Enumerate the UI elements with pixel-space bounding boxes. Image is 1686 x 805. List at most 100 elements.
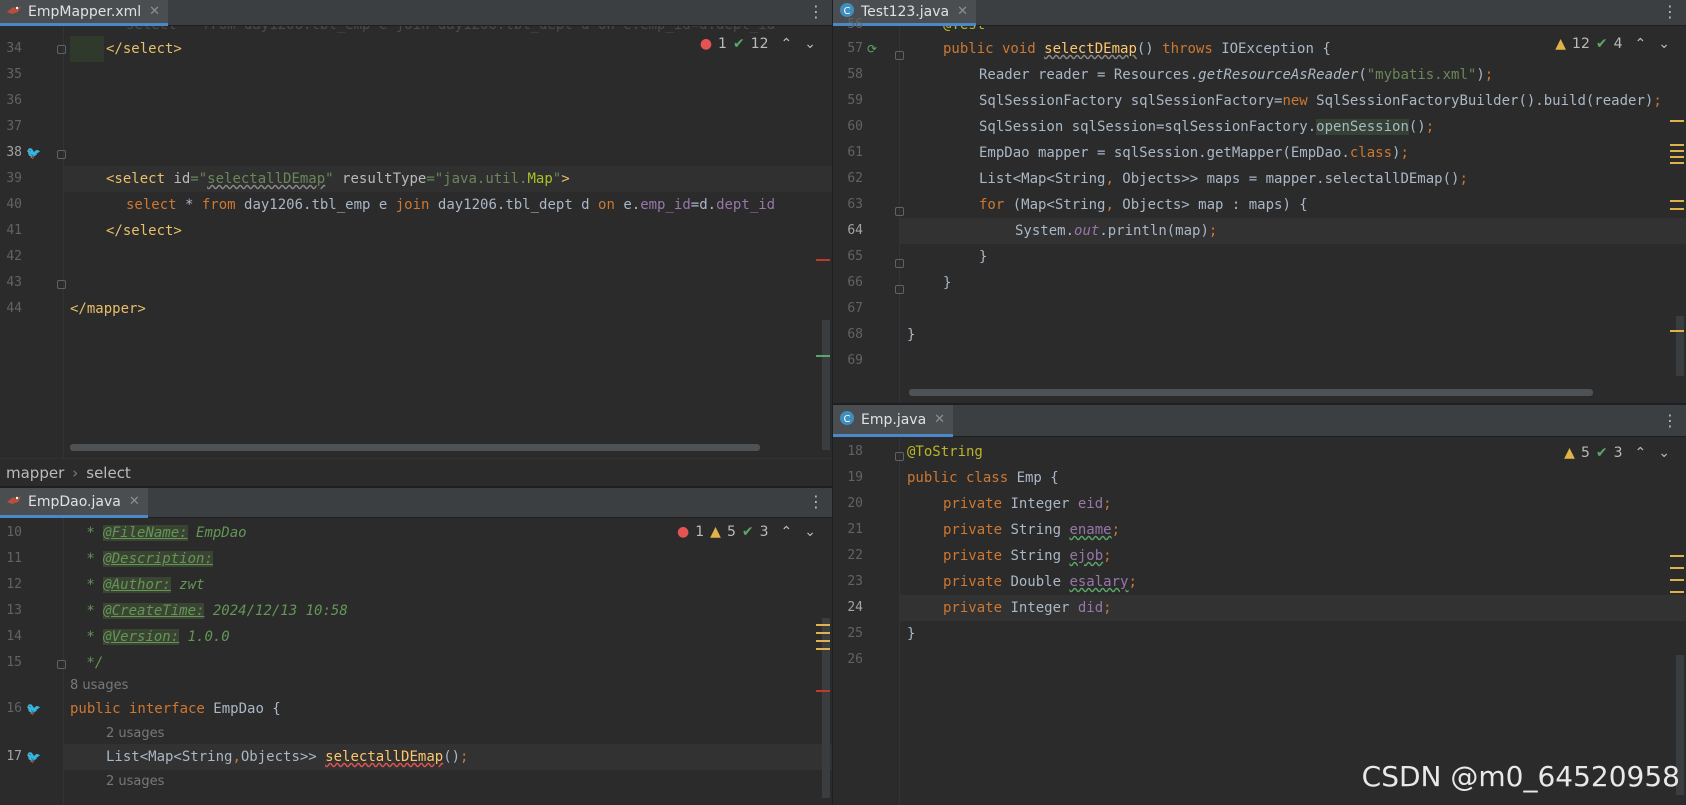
fold-icon[interactable] <box>57 45 66 54</box>
tab-empdao[interactable]: EmpDao.java ✕ <box>0 488 148 518</box>
warning-stripe-mark[interactable] <box>1670 150 1684 152</box>
breadcrumb-item[interactable]: select <box>86 464 131 482</box>
close-icon[interactable]: ✕ <box>934 412 945 427</box>
editor-empmapper[interactable]: EmpMapper.xml ✕ ⋮ select * from day1206.… <box>0 0 832 458</box>
mybatis-navigate-icon[interactable]: 🐦 <box>26 702 42 716</box>
fold-icon[interactable] <box>895 259 904 268</box>
inspection-widget[interactable]: ● 1 ▲ 5 ✔ 3 ⌃ ⌄ <box>673 524 820 540</box>
warning-stripe-mark[interactable] <box>1670 208 1684 210</box>
ok-stripe-mark[interactable] <box>816 355 830 357</box>
chevron-down-icon[interactable]: ⌄ <box>804 524 816 540</box>
warning-stripe-mark[interactable] <box>816 632 830 634</box>
fold-icon[interactable] <box>895 452 904 461</box>
line-number: 11 <box>6 551 22 566</box>
fold-icon[interactable] <box>57 280 66 289</box>
line-number: 43 <box>6 275 22 290</box>
usages-hint[interactable]: 2 usages <box>64 770 832 792</box>
fold-icon[interactable] <box>895 207 904 216</box>
code-line-58: Reader reader = Resources.getResourceAsR… <box>979 67 1494 83</box>
more-options-icon[interactable]: ⋮ <box>1662 411 1678 431</box>
tab-empmapper[interactable]: EmpMapper.xml ✕ <box>0 0 169 26</box>
line-number: 16 <box>6 701 22 716</box>
usages-hint[interactable]: 8 usages <box>64 674 832 696</box>
inspection-widget[interactable]: ● 1 ✔ 12 ⌃ ⌄ <box>695 36 820 52</box>
line-number: 17 <box>6 749 22 764</box>
tab-emp[interactable]: C Emp.java ✕ <box>833 405 954 437</box>
line-number: 10 <box>6 525 22 540</box>
warning-stripe-mark[interactable] <box>1670 591 1684 593</box>
close-icon[interactable]: ✕ <box>149 4 160 19</box>
horizontal-scrollbar[interactable] <box>70 444 760 451</box>
editor-empdao[interactable]: EmpDao.java ✕ ⋮ * @FileName: EmpDao * @D… <box>0 488 832 805</box>
chevron-down-icon[interactable]: ⌄ <box>1658 445 1670 461</box>
code-line-61: EmpDao mapper = sqlSession.getMapper(Emp… <box>979 145 1409 161</box>
chevron-up-icon[interactable]: ⌃ <box>1635 36 1647 52</box>
warning-stripe-mark[interactable] <box>816 648 830 650</box>
fold-icon[interactable] <box>57 660 66 669</box>
warning-stripe-mark[interactable] <box>1670 144 1684 146</box>
inspection-widget[interactable]: ▲ 12 ✔ 4 ⌃ ⌄ <box>1551 36 1674 52</box>
tabbar-empmapper: EmpMapper.xml ✕ ⋮ <box>0 0 832 26</box>
code-line-14: * @Version: 1.0.0 <box>78 629 230 645</box>
check-icon: ✔ <box>741 524 754 540</box>
close-icon[interactable]: ✕ <box>129 494 140 509</box>
code-area[interactable]: select * from day1206.tbl_emp e join day… <box>64 26 832 458</box>
chevron-down-icon[interactable]: ⌄ <box>804 36 816 52</box>
check-icon: ✔ <box>1595 36 1608 52</box>
vertical-scrollbar[interactable] <box>1676 316 1684 376</box>
chevron-down-icon[interactable]: ⌄ <box>1658 36 1670 52</box>
line-number: 69 <box>847 353 863 368</box>
java-class-icon: C <box>839 410 855 430</box>
warning-stripe-mark[interactable] <box>1670 156 1684 158</box>
inspection-widget[interactable]: ▲ 5 ✔ 3 ⌃ ⌄ <box>1560 445 1674 461</box>
warning-icon: ▲ <box>1555 36 1567 52</box>
vertical-scrollbar[interactable] <box>822 618 830 798</box>
warning-stripe-mark[interactable] <box>816 640 830 642</box>
ok-count: 3 <box>759 524 769 540</box>
more-options-icon[interactable]: ⋮ <box>808 492 824 512</box>
chevron-up-icon[interactable]: ⌃ <box>781 524 793 540</box>
tab-label: EmpMapper.xml <box>28 3 142 20</box>
error-stripe-mark[interactable] <box>816 690 830 692</box>
close-icon[interactable]: ✕ <box>957 4 968 19</box>
vertical-scrollbar[interactable] <box>822 320 830 450</box>
ok-count: 3 <box>1613 445 1623 461</box>
code-line-68: } <box>907 327 916 343</box>
warning-stripe-mark[interactable] <box>1670 555 1684 557</box>
check-icon: ✔ <box>732 36 745 52</box>
line-number: 12 <box>6 577 22 592</box>
warning-stripe-mark[interactable] <box>1670 330 1684 332</box>
code-line-23: private Double esalary; <box>943 574 1137 590</box>
code-area[interactable]: @ToString public class Emp { private Int… <box>900 437 1686 805</box>
chevron-up-icon[interactable]: ⌃ <box>1635 445 1647 461</box>
more-options-icon[interactable]: ⋮ <box>808 2 824 22</box>
code-area[interactable]: * @FileName: EmpDao * @Description: * @A… <box>64 518 832 805</box>
code-area[interactable]: @Test public void selectDEmap() throws I… <box>900 26 1686 403</box>
warning-icon: ▲ <box>710 524 721 540</box>
warning-stripe-mark[interactable] <box>1670 120 1684 122</box>
editor-test123[interactable]: C Test123.java ✕ ⋮ @Test public void sel… <box>833 0 1686 403</box>
error-stripe-mark[interactable] <box>816 259 830 261</box>
warning-stripe-mark[interactable] <box>816 624 830 626</box>
fold-icon[interactable] <box>57 150 66 159</box>
warning-stripe-mark[interactable] <box>1670 579 1684 581</box>
horizontal-scrollbar[interactable] <box>909 389 1593 396</box>
more-options-icon[interactable]: ⋮ <box>1662 2 1678 22</box>
breadcrumb-item[interactable]: mapper <box>6 464 64 482</box>
mybatis-navigate-icon[interactable]: 🐦 <box>26 146 42 160</box>
fold-icon[interactable] <box>895 51 904 60</box>
run-test-icon[interactable]: ⟳ <box>867 42 883 56</box>
usages-hint[interactable]: 2 usages <box>64 722 832 744</box>
mybatis-navigate-icon[interactable]: 🐦 <box>26 750 42 764</box>
warning-stripe-mark[interactable] <box>1670 162 1684 164</box>
ok-count: 12 <box>750 36 769 52</box>
line-number: 18 <box>847 444 863 459</box>
fold-icon[interactable] <box>895 285 904 294</box>
svg-text:C: C <box>844 414 851 425</box>
chevron-up-icon[interactable]: ⌃ <box>781 36 793 52</box>
breadcrumb-separator-icon: › <box>72 464 79 482</box>
editor-emp[interactable]: C Emp.java ✕ ⋮ @ToString public class Em… <box>833 405 1686 805</box>
warning-stripe-mark[interactable] <box>1670 567 1684 569</box>
warning-stripe-mark[interactable] <box>1670 200 1684 202</box>
line-number: 34 <box>6 41 22 56</box>
